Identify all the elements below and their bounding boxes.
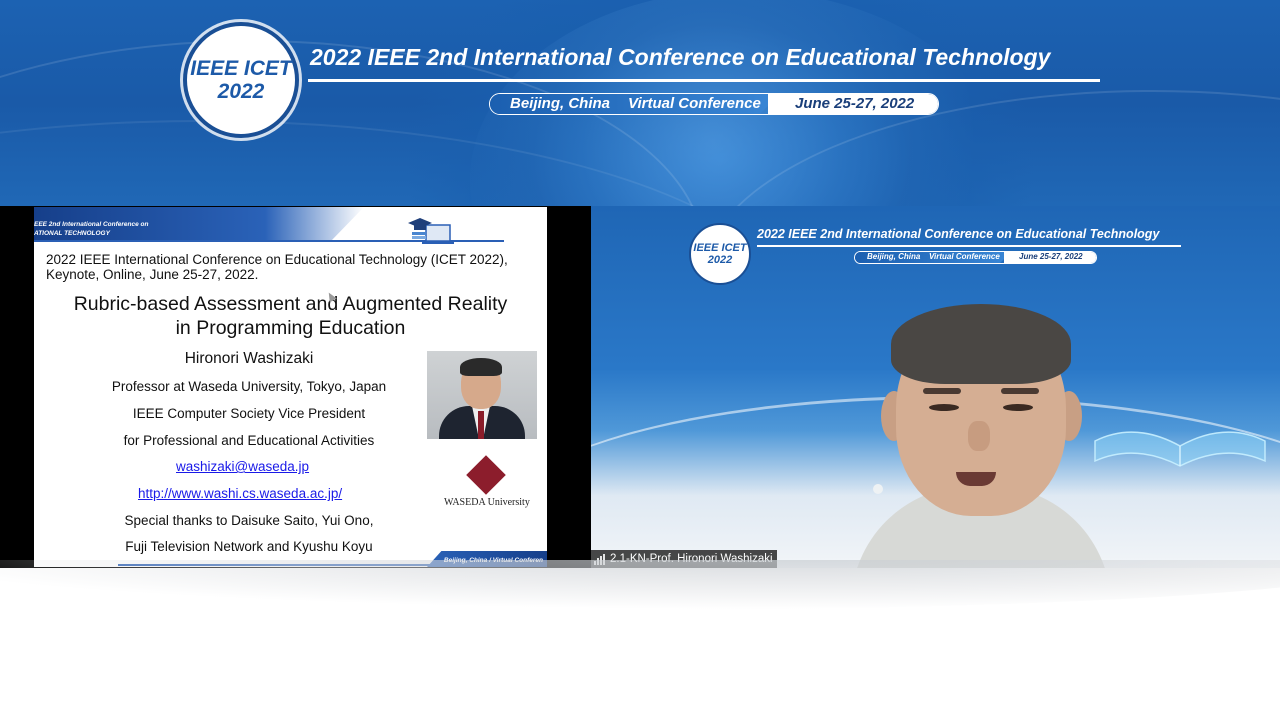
banner-mode: Virtual Conference xyxy=(628,95,761,112)
conference-logo: IEEE ICET 2022 xyxy=(183,22,299,138)
banner-location: Beijing, China xyxy=(510,95,611,112)
slide-thanks-2: Fuji Television Network and Kyushu Koyu xyxy=(125,539,373,554)
logo-line-2: 2022 xyxy=(217,80,265,103)
open-book-icon xyxy=(1094,431,1266,467)
slide-event-line-1: 2022 IEEE International Conference on Ed… xyxy=(46,252,508,267)
slide-affiliation-1: Professor at Waseda University, Tokyo, J… xyxy=(111,379,387,394)
slide-affiliation-3: for Professional and Educational Activit… xyxy=(123,433,375,448)
banner-info-pill: Beijing, China Virtual Conference June 2… xyxy=(489,93,939,115)
slide-thanks-1: Special thanks to Daisuke Saito, Yui Ono… xyxy=(124,513,374,528)
banner-dates: June 25-27, 2022 xyxy=(795,95,915,112)
waseda-logo-text: WASEDA University xyxy=(444,497,530,508)
speaker-video-feed xyxy=(851,296,1111,568)
logo-line-1: IEEE ICET xyxy=(190,57,292,80)
slide-speaker-name: Hironori Washizaki xyxy=(184,350,314,367)
video-banner-title: 2022 IEEE 2nd International Conference o… xyxy=(757,227,1160,241)
video-location: Beijing, China xyxy=(867,252,921,261)
slide-header-line-1: EEE 2nd International Conference on xyxy=(34,221,149,228)
video-dates: June 25-27, 2022 xyxy=(1019,252,1083,261)
slide-event-line-2: Keynote, Online, June 25-27, 2022. xyxy=(46,267,259,282)
earbud-icon xyxy=(873,484,883,494)
video-info-pill: Beijing, China Virtual Conference June 2… xyxy=(854,251,1097,264)
slide-homepage-link[interactable]: http://www.washi.cs.waseda.ac.jp/ xyxy=(138,486,342,501)
presentation-slide: EEE 2nd International Conference on ATIO… xyxy=(34,207,547,567)
speaker-photo xyxy=(427,351,537,439)
bottom-swoosh-decoration xyxy=(0,560,1280,630)
slide-email-link[interactable]: washizaki@waseda.jp xyxy=(176,459,309,474)
slide-title-line-2: in Programming Education xyxy=(175,317,406,339)
conference-banner: IEEE ICET 2022 2022 IEEE 2nd Internation… xyxy=(0,0,1280,206)
banner-divider xyxy=(308,79,1100,82)
video-logo-line-1: IEEE ICET xyxy=(693,242,747,254)
video-banner-divider xyxy=(757,245,1181,247)
banner-title: 2022 IEEE 2nd International Conference o… xyxy=(310,44,1051,70)
shared-screen-panel: EEE 2nd International Conference on ATIO… xyxy=(0,206,591,568)
video-mode: Virtual Conference xyxy=(929,252,1000,261)
video-logo-line-2: 2022 xyxy=(707,254,733,266)
slide-affiliation-2: IEEE Computer Society Vice President xyxy=(132,406,366,421)
slide-header-line-2: ATIONAL TECHNOLOGY xyxy=(34,230,110,237)
slide-title-line-1: Rubric-based Assessment and Augmented Re… xyxy=(73,293,508,315)
waseda-logo-icon xyxy=(466,455,506,495)
speaker-video-panel[interactable]: IEEE ICET 2022 2022 IEEE 2nd Internation… xyxy=(591,206,1280,568)
graduation-laptop-icon xyxy=(408,218,454,244)
video-conference-logo: IEEE ICET 2022 xyxy=(689,223,751,285)
